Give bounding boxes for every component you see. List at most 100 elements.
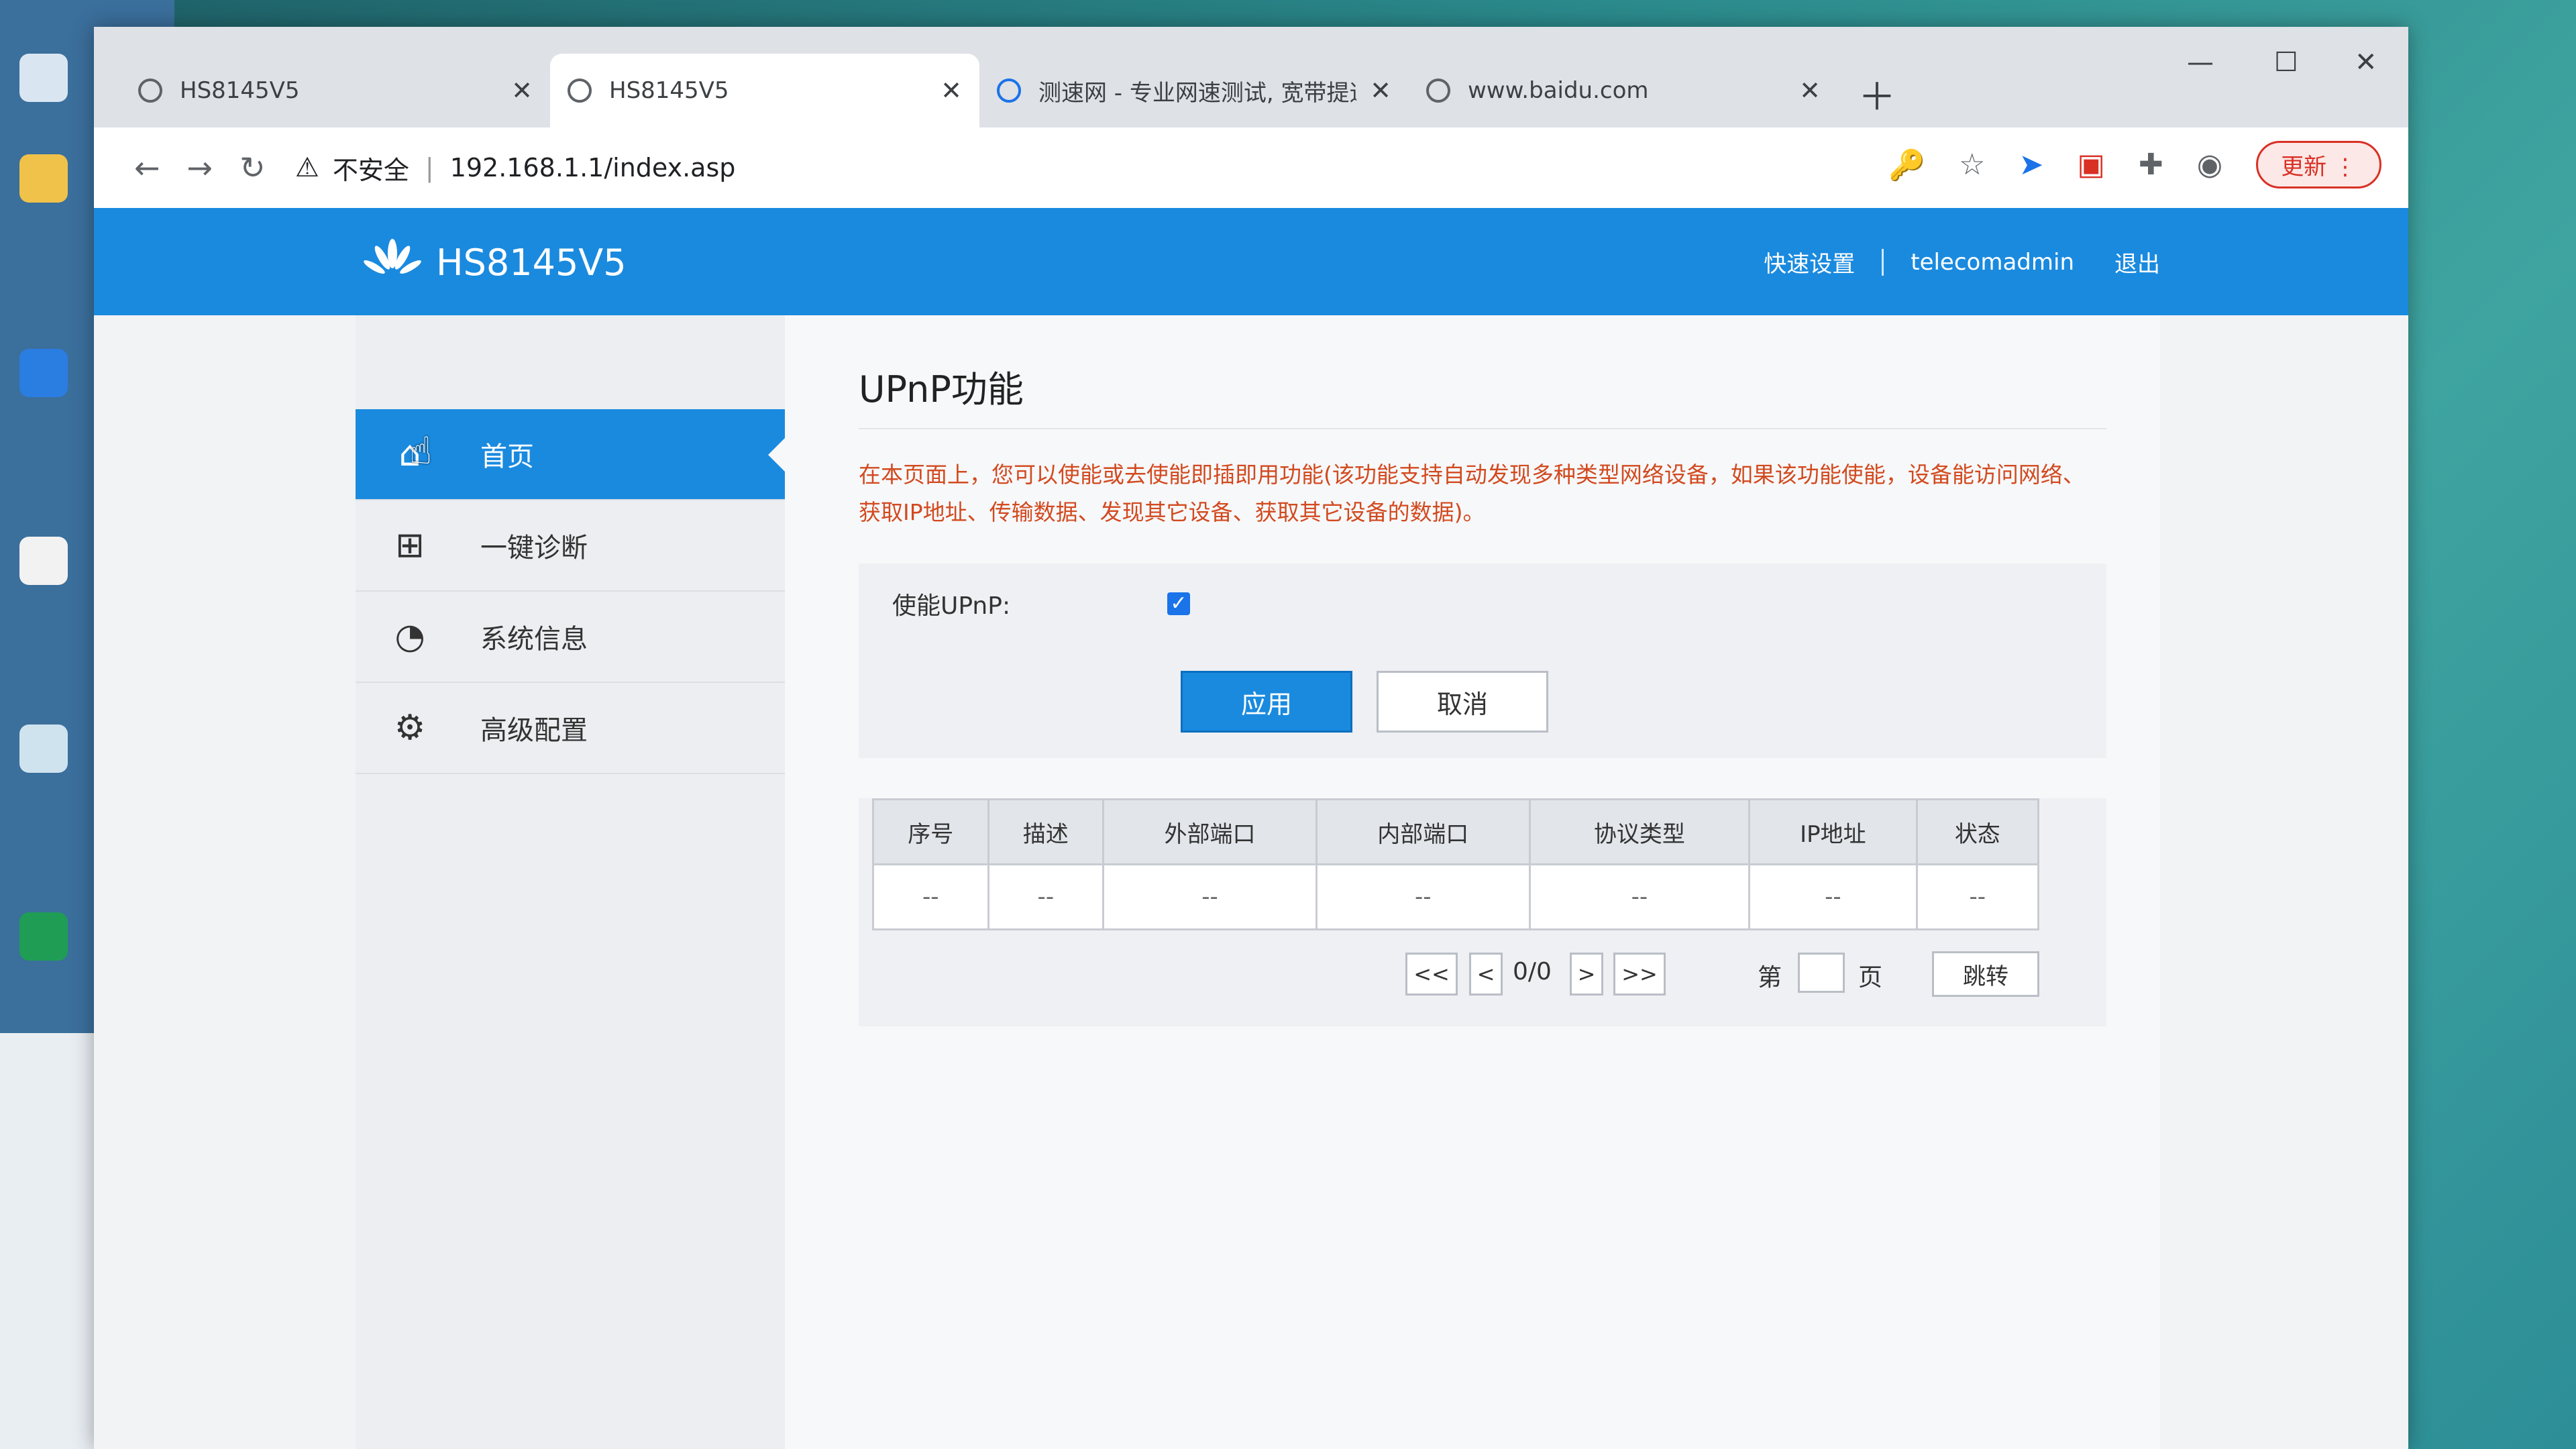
reload-icon[interactable]: ↻ bbox=[239, 150, 266, 186]
router-page: HS8145V5 快速设置 telecomadmin 退出 ⌂ 首页 ⊞ 一键诊… bbox=[94, 208, 2408, 1449]
tab-strip: HS8145V5 ✕ HS8145V5 ✕ 测速网 - 专业网速测试, 宽带提速… bbox=[94, 27, 2408, 127]
tab-4[interactable]: www.baidu.com ✕ bbox=[1409, 54, 1838, 127]
desktop-icon[interactable] bbox=[7, 54, 80, 107]
sidebar-item-label: 首页 bbox=[480, 441, 534, 472]
star-icon[interactable]: ☆ bbox=[1959, 148, 1985, 182]
tab-2[interactable]: HS8145V5 ✕ bbox=[550, 54, 979, 127]
sidebar-item-diagnose[interactable]: ⊞ 一键诊断 bbox=[356, 500, 785, 592]
browser-window: HS8145V5 ✕ HS8145V5 ✕ 测速网 - 专业网速测试, 宽带提速… bbox=[94, 27, 2408, 1449]
mouse-cursor-icon: ☝ bbox=[409, 429, 433, 473]
address-bar[interactable]: ⚠ 不安全 | 192.168.1.1/index.asp bbox=[295, 141, 735, 195]
prev-page-button[interactable]: < bbox=[1469, 953, 1503, 996]
upnp-table: 序号 描述 外部端口 内部端口 协议类型 IP地址 状态 -- -- -- --… bbox=[872, 798, 2040, 930]
next-page-button[interactable]: > bbox=[1570, 953, 1603, 996]
gear-icon: ⚙ bbox=[394, 708, 426, 748]
router-header: HS8145V5 快速设置 telecomadmin 退出 bbox=[94, 208, 2408, 315]
table-cell: -- bbox=[1315, 863, 1531, 930]
minimize-button[interactable]: — bbox=[2187, 47, 2214, 78]
notification-icon[interactable]: ▣ bbox=[2077, 148, 2105, 182]
table-cell: -- bbox=[1102, 863, 1318, 930]
sidebar-item-advanced[interactable]: ⚙ 高级配置 bbox=[356, 683, 785, 774]
new-tab-button[interactable]: ＋ bbox=[1858, 67, 1896, 121]
table-cell: -- bbox=[872, 863, 989, 930]
sidebar-item-label: 系统信息 bbox=[480, 624, 588, 655]
table-cell: -- bbox=[1915, 863, 2040, 930]
sidebar-item-system-info[interactable]: ◔ 系统信息 bbox=[356, 592, 785, 683]
user-name: telecomadmin bbox=[1911, 248, 2074, 276]
page-count: 0/0 bbox=[1513, 958, 1552, 985]
cancel-button[interactable]: 取消 bbox=[1377, 671, 1548, 733]
key-icon[interactable]: 🔑 bbox=[1888, 148, 1925, 182]
column-header: 描述 bbox=[987, 798, 1105, 865]
update-button[interactable]: 更新 ⋮ bbox=[2256, 141, 2381, 189]
desktop-icon[interactable] bbox=[7, 349, 80, 402]
column-header: 协议类型 bbox=[1528, 798, 1751, 865]
first-page-button[interactable]: << bbox=[1405, 953, 1458, 996]
tab-1[interactable]: HS8145V5 ✕ bbox=[121, 54, 550, 127]
page-description: 在本页面上，您可以使能或去使能即插即用功能(该功能支持自动发现多种类型网络设备，… bbox=[859, 462, 2085, 525]
sidebar-item-label: 一键诊断 bbox=[480, 533, 588, 564]
tab-3[interactable]: 测速网 - 专业网速测试, 宽带提速 ✕ bbox=[979, 54, 1409, 127]
tab-title: HS8145V5 bbox=[609, 77, 729, 104]
column-header: 外部端口 bbox=[1102, 798, 1318, 865]
globe-icon bbox=[138, 78, 162, 103]
apply-button[interactable]: 应用 bbox=[1181, 671, 1352, 733]
quick-setup-link[interactable]: 快速设置 bbox=[1764, 246, 1855, 278]
enable-upnp-row: 使能UPnP: ✓ bbox=[859, 564, 2106, 644]
tab-title: HS8145V5 bbox=[180, 77, 300, 104]
enable-upnp-checkbox[interactable]: ✓ bbox=[1167, 592, 1190, 615]
warning-icon: ⚠ bbox=[295, 152, 319, 183]
address-separator: | bbox=[425, 153, 434, 182]
speedtest-icon bbox=[997, 78, 1021, 103]
close-icon[interactable]: ✕ bbox=[511, 76, 533, 105]
close-icon[interactable]: ✕ bbox=[1799, 76, 1821, 105]
insecure-label: 不安全 bbox=[332, 155, 409, 185]
table-header-row: 序号 描述 外部端口 内部端口 协议类型 IP地址 状态 bbox=[872, 798, 2040, 865]
last-page-button[interactable]: >> bbox=[1613, 953, 1666, 996]
table-cell: -- bbox=[987, 863, 1105, 930]
page-suffix: 页 bbox=[1858, 964, 1883, 991]
tab-title: www.baidu.com bbox=[1468, 77, 1649, 104]
jump-button[interactable]: 跳转 bbox=[1932, 951, 2039, 997]
desktop-icon[interactable] bbox=[7, 154, 80, 208]
sidebar-item-label: 高级配置 bbox=[480, 715, 588, 746]
extension-arrow-icon[interactable]: ➤ bbox=[2019, 148, 2043, 182]
page-number-input[interactable] bbox=[1798, 953, 1845, 993]
desktop-icon[interactable] bbox=[7, 724, 80, 778]
globe-icon bbox=[1426, 78, 1450, 103]
puzzle-icon[interactable]: ✚ bbox=[2139, 148, 2163, 182]
sidebar: ⌂ 首页 ⊞ 一键诊断 ◔ 系统信息 ⚙ 高级配置 bbox=[356, 315, 786, 1449]
brand: HS8145V5 bbox=[362, 239, 627, 286]
close-window-button[interactable]: ✕ bbox=[2355, 47, 2377, 78]
profile-icon[interactable]: ◉ bbox=[2197, 148, 2222, 182]
column-header: 序号 bbox=[872, 798, 989, 865]
globe-icon bbox=[568, 78, 592, 103]
close-icon[interactable]: ✕ bbox=[941, 76, 962, 105]
header-divider bbox=[1882, 248, 1884, 276]
pagination: << < 0/0 > >> 第 页 跳转 bbox=[859, 946, 2106, 1000]
url-text: 192.168.1.1/index.asp bbox=[449, 153, 736, 182]
huawei-logo-icon bbox=[364, 239, 421, 274]
column-header: IP地址 bbox=[1748, 798, 1918, 865]
close-icon[interactable]: ✕ bbox=[1370, 76, 1391, 105]
maximize-button[interactable]: ☐ bbox=[2274, 47, 2298, 78]
toolbar-actions: 🔑 ☆ ➤ ▣ ✚ ◉ 更新 ⋮ bbox=[1888, 141, 2381, 189]
medical-kit-icon: ⊞ bbox=[395, 525, 425, 566]
page-prefix: 第 bbox=[1758, 964, 1782, 991]
table-cell: -- bbox=[1528, 863, 1751, 930]
main-content: UPnP功能 在本页面上，您可以使能或去使能即插即用功能(该功能支持自动发现多种… bbox=[785, 315, 2160, 1449]
desktop-icon[interactable] bbox=[7, 537, 80, 590]
forward-icon[interactable]: → bbox=[187, 150, 213, 186]
enable-upnp-label: 使能UPnP: bbox=[892, 592, 1011, 620]
title-divider bbox=[859, 428, 2106, 429]
logout-link[interactable]: 退出 bbox=[2114, 246, 2160, 278]
back-icon[interactable]: ← bbox=[134, 150, 160, 186]
gauge-icon: ◔ bbox=[394, 616, 425, 657]
brand-name: HS8145V5 bbox=[436, 241, 627, 284]
desktop-icon[interactable] bbox=[7, 912, 80, 966]
column-header: 状态 bbox=[1915, 798, 2040, 865]
tab-title: 测速网 - 专业网速测试, 宽带提速 bbox=[1038, 79, 1357, 107]
update-label: 更新 bbox=[2281, 154, 2327, 180]
page-title: UPnP功能 bbox=[859, 368, 1024, 411]
